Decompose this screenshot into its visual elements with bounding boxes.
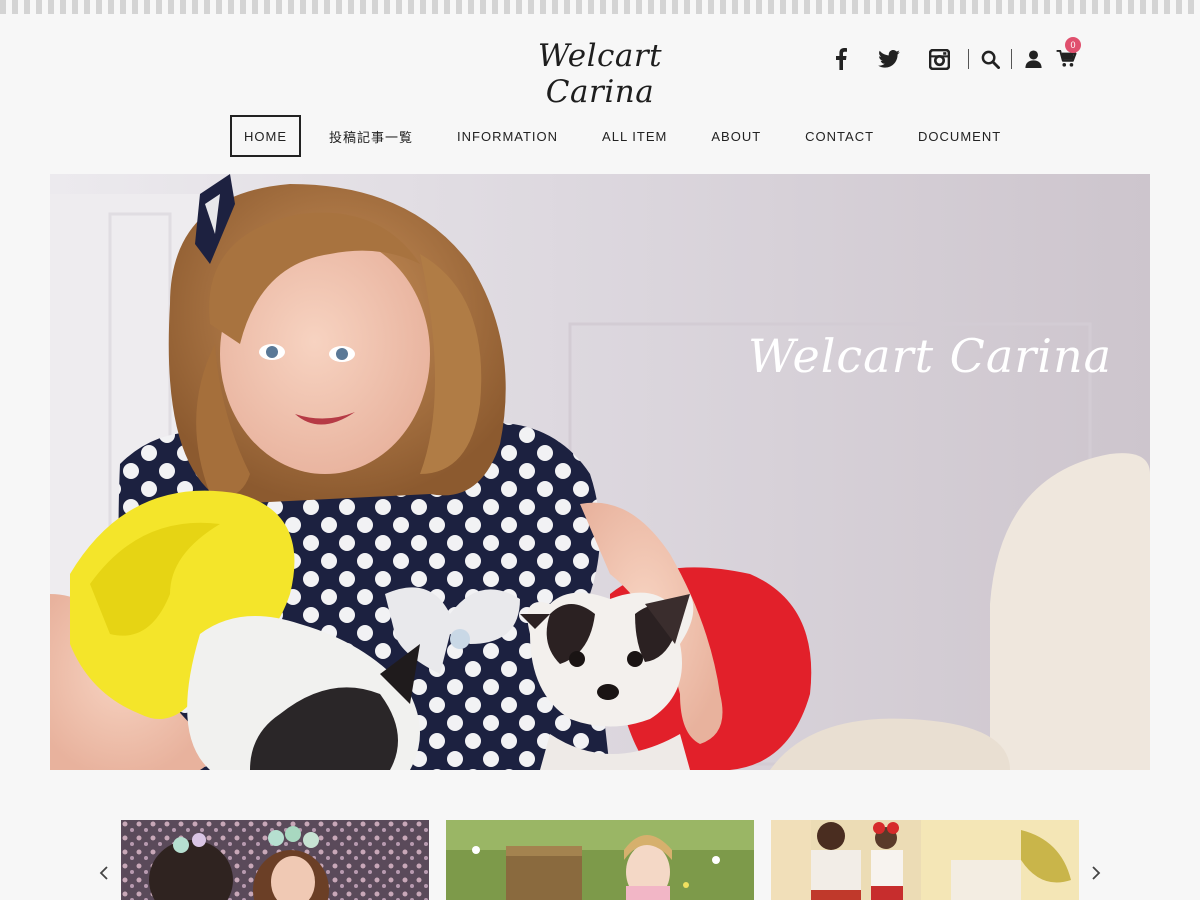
cart-count-badge: 0: [1065, 37, 1081, 53]
carousel-next-button[interactable]: [1087, 862, 1105, 884]
facebook-icon[interactable]: [826, 45, 856, 73]
nav-item-all-item[interactable]: ALL ITEM: [580, 115, 689, 157]
carousel-item[interactable]: [771, 820, 1079, 900]
icon-divider: [1011, 49, 1012, 69]
nav-item-about[interactable]: ABOUT: [689, 115, 783, 157]
hero-image: [50, 174, 1150, 770]
twitter-icon[interactable]: [870, 45, 908, 73]
carousel-prev-button[interactable]: [95, 862, 113, 884]
nav-item-information[interactable]: INFORMATION: [435, 115, 580, 157]
instagram-icon[interactable]: [920, 45, 958, 73]
cart-icon[interactable]: 0: [1052, 37, 1081, 73]
carousel-item-image: [771, 820, 1079, 900]
hero-slider[interactable]: Welcart Carina: [50, 174, 1150, 770]
search-icon[interactable]: [979, 45, 1001, 73]
user-icon[interactable]: [1022, 45, 1044, 73]
carousel-item[interactable]: [446, 820, 754, 900]
main-navigation: HOME 投稿記事一覧 INFORMATION ALL ITEM ABOUT C…: [230, 115, 1023, 157]
nav-item-posts[interactable]: 投稿記事一覧: [307, 115, 435, 157]
nav-item-contact[interactable]: CONTACT: [783, 115, 896, 157]
chevron-right-icon: [1092, 866, 1101, 880]
header-icons: 0: [826, 37, 1081, 74]
site-header: Welcart Carina 0: [0, 14, 1200, 110]
nav-item-home[interactable]: HOME: [230, 115, 301, 157]
featured-carousel: [0, 820, 1200, 900]
site-logo[interactable]: Welcart Carina: [480, 38, 720, 110]
carousel-item-image: [121, 820, 429, 900]
decorative-top-border: [0, 0, 1200, 14]
chevron-left-icon: [99, 866, 108, 880]
icon-divider: [968, 49, 969, 69]
carousel-item[interactable]: [121, 820, 429, 900]
nav-item-document[interactable]: DOCUMENT: [896, 115, 1023, 157]
hero-title: Welcart Carina: [747, 329, 1113, 383]
carousel-item-image: [446, 820, 754, 900]
